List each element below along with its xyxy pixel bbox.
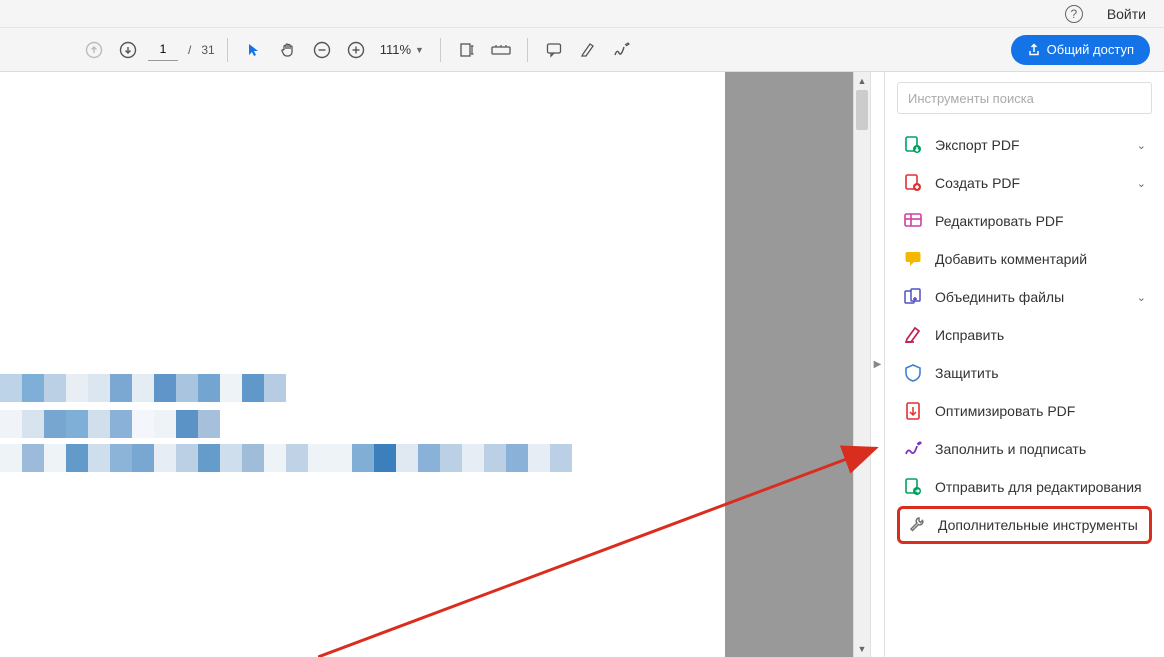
tool-item-fill-sign[interactable]: Заполнить и подписать	[897, 430, 1152, 468]
chevron-down-icon: ⌄	[1137, 291, 1146, 304]
signin-button[interactable]: Войти	[1099, 6, 1154, 22]
protect-icon	[903, 363, 923, 383]
tool-item-optimize[interactable]: Оптимизировать PDF	[897, 392, 1152, 430]
comment-button[interactable]	[540, 36, 568, 64]
comment-icon	[903, 249, 923, 269]
read-mode-button[interactable]	[487, 36, 515, 64]
collapse-sidebar-button[interactable]: ▶	[870, 72, 884, 657]
scroll-up-arrow[interactable]: ▲	[854, 72, 870, 89]
titlebar: ? Войти	[0, 0, 1164, 28]
help-icon[interactable]: ?	[1065, 5, 1083, 23]
tool-item-redact[interactable]: Исправить	[897, 316, 1152, 354]
chevron-down-icon: ⌄	[1137, 177, 1146, 190]
chevron-down-icon: ▼	[415, 45, 424, 55]
create-pdf-icon	[903, 173, 923, 193]
more-tools-icon	[906, 515, 926, 535]
vertical-scrollbar[interactable]: ▲ ▼	[853, 72, 870, 657]
tool-item-protect[interactable]: Защитить	[897, 354, 1152, 392]
tool-label: Исправить	[935, 327, 1146, 343]
tool-item-send-review[interactable]: Отправить для редактирования	[897, 468, 1152, 506]
tool-item-combine[interactable]: Объединить файлы ⌄	[897, 278, 1152, 316]
fill-sign-icon	[903, 439, 923, 459]
tool-item-comment[interactable]: Добавить комментарий	[897, 240, 1152, 278]
tool-label: Создать PDF	[935, 175, 1125, 191]
tool-item-create-pdf[interactable]: Создать PDF ⌄	[897, 164, 1152, 202]
export-pdf-icon	[903, 135, 923, 155]
scroll-down-arrow[interactable]: ▼	[854, 640, 870, 657]
tool-label: Объединить файлы	[935, 289, 1125, 305]
tools-search-input[interactable]	[897, 82, 1152, 114]
tool-label: Добавить комментарий	[935, 251, 1146, 267]
document-wrapper: ▲ ▼ ▶	[0, 72, 884, 657]
tool-label: Отправить для редактирования	[935, 479, 1146, 495]
scroll-thumb[interactable]	[856, 90, 868, 130]
document-content-line	[0, 374, 286, 402]
page-total-label: 31	[201, 43, 214, 57]
page-separator: /	[188, 43, 191, 57]
page-number-input[interactable]	[148, 39, 178, 61]
zoom-level-select[interactable]: 111% ▼	[376, 42, 428, 57]
document-margin	[725, 72, 853, 657]
tool-label: Оптимизировать PDF	[935, 403, 1146, 419]
edit-pdf-icon	[903, 211, 923, 231]
tool-item-export-pdf[interactable]: Экспорт PDF ⌄	[897, 126, 1152, 164]
tool-label: Редактировать PDF	[935, 213, 1146, 229]
sign-button[interactable]	[608, 36, 636, 64]
highlight-button[interactable]	[574, 36, 602, 64]
main-area: ▲ ▼ ▶ Экспорт PDF ⌄ Создать PDF ⌄ Редактиров…	[0, 72, 1164, 657]
chevron-down-icon: ⌄	[1137, 139, 1146, 152]
page-up-button[interactable]	[80, 36, 108, 64]
selection-tool-button[interactable]	[240, 36, 268, 64]
tool-label: Дополнительные инструменты	[938, 517, 1143, 533]
tool-label: Заполнить и подписать	[935, 441, 1146, 457]
combine-icon	[903, 287, 923, 307]
send-review-icon	[903, 477, 923, 497]
tool-label: Экспорт PDF	[935, 137, 1125, 153]
page-down-button[interactable]	[114, 36, 142, 64]
tool-label: Защитить	[935, 365, 1146, 381]
zoom-value-label: 111%	[380, 42, 411, 57]
share-button-label: Общий доступ	[1047, 42, 1134, 57]
document-content-line	[0, 410, 220, 438]
toolbar: / 31 111% ▼ Общий доступ	[0, 28, 1164, 72]
tool-item-more-tools[interactable]: Дополнительные инструменты	[897, 506, 1152, 544]
tools-sidebar: Экспорт PDF ⌄ Создать PDF ⌄ Редактировать PD…	[884, 72, 1164, 657]
tool-item-edit-pdf[interactable]: Редактировать PDF	[897, 202, 1152, 240]
document-content-line	[0, 444, 572, 472]
optimize-icon	[903, 401, 923, 421]
redact-icon	[903, 325, 923, 345]
hand-tool-button[interactable]	[274, 36, 302, 64]
document-canvas[interactable]	[0, 72, 725, 657]
zoom-out-button[interactable]	[308, 36, 336, 64]
zoom-in-button[interactable]	[342, 36, 370, 64]
fit-page-button[interactable]	[453, 36, 481, 64]
share-button[interactable]: Общий доступ	[1011, 35, 1150, 65]
